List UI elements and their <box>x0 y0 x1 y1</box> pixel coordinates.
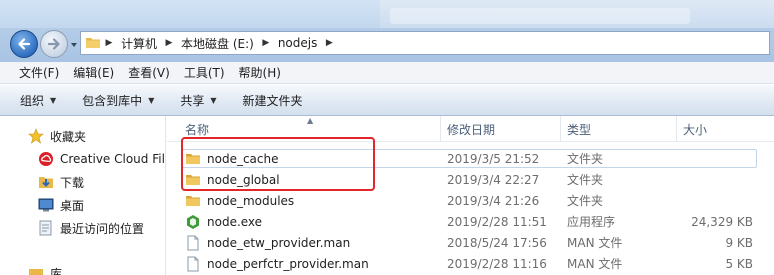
breadcrumb-separator[interactable]: ▶ <box>321 37 337 49</box>
file-modified: 2018/5/24 17:56 <box>447 235 547 250</box>
file-name-cell[interactable]: node_etw_provider.man <box>185 232 439 253</box>
file-name: node_cache <box>207 151 279 166</box>
nav-downloads[interactable]: 下载 <box>38 171 84 193</box>
share-button[interactable]: 共享 ▼ <box>180 92 216 109</box>
file-row[interactable]: node_etw_provider.man 2018/5/24 17:56 MAN … <box>167 232 774 253</box>
recent-places-icon <box>39 220 52 236</box>
file-name: node_modules <box>207 193 295 208</box>
nav-creative-cloud-files[interactable]: Creative Cloud File <box>38 148 165 170</box>
file-size: 5 KB <box>725 256 753 271</box>
breadcrumb-separator[interactable]: ▶ <box>101 37 117 49</box>
menu-help[interactable]: 帮助(H) <box>232 64 288 81</box>
forward-button[interactable] <box>40 30 68 58</box>
file-type: 文件夹 <box>567 194 604 208</box>
file-name: node_perfctr_provider.man <box>207 256 369 271</box>
file-row[interactable]: node_modules 2019/3/4 21:26 文件夹 <box>167 190 774 211</box>
organize-button[interactable]: 组织 ▼ <box>20 92 56 109</box>
file-name-cell[interactable]: node_perfctr_provider.man <box>185 253 439 274</box>
file-name-cell[interactable]: node.exe <box>185 211 439 232</box>
column-type[interactable]: 类型 <box>561 116 677 142</box>
column-header-row: ▲ 名称 修改日期 类型 大小 <box>167 116 774 142</box>
file-name-cell[interactable]: node_cache <box>185 148 439 169</box>
menu-edit[interactable]: 编辑(E) <box>66 64 121 81</box>
file-modified: 2019/3/5 21:52 <box>447 151 540 166</box>
column-name[interactable]: 名称 <box>179 116 441 142</box>
file-row[interactable]: node.exe 2019/2/28 11:51 应用程序 24,329 KB <box>167 211 774 232</box>
file-size <box>683 169 753 190</box>
file-row[interactable]: node_perfctr_provider.man 2019/2/28 11:16… <box>167 253 774 274</box>
file-type: MAN 文件 <box>567 236 623 250</box>
breadcrumb-separator[interactable]: ▶ <box>161 37 177 49</box>
breadcrumb-computer[interactable]: 计算机 <box>117 35 161 52</box>
menu-tools[interactable]: 工具(T) <box>177 64 232 81</box>
document-icon <box>187 235 199 250</box>
nav-libraries[interactable]: 库 <box>28 262 62 275</box>
file-row[interactable]: node_cache 2019/3/5 21:52 文件夹 <box>167 148 774 169</box>
dropdown-caret-icon: ▼ <box>210 95 217 105</box>
file-name-cell[interactable]: node_global <box>185 169 439 190</box>
folder-icon <box>186 174 200 185</box>
file-size: 24,329 KB <box>691 214 753 229</box>
breadcrumb-nodejs[interactable]: nodejs <box>274 36 322 50</box>
dropdown-caret-icon: ▼ <box>148 95 155 105</box>
file-modified: 2019/2/28 11:16 <box>447 256 547 271</box>
menu-bar: 文件(F) 编辑(E) 查看(V) 工具(T) 帮助(H) <box>0 62 774 84</box>
folder-icon <box>186 195 200 206</box>
file-type: 文件夹 <box>567 152 604 166</box>
recent-pages-dropdown-icon[interactable] <box>69 40 79 50</box>
file-type: 应用程序 <box>567 215 616 229</box>
file-type: MAN 文件 <box>567 257 623 271</box>
back-button[interactable] <box>10 30 38 58</box>
file-name-cell[interactable]: node_modules <box>185 190 439 211</box>
downloads-folder-icon <box>39 177 53 188</box>
file-name: node.exe <box>207 214 263 229</box>
file-modified: 2019/2/28 11:51 <box>447 214 547 229</box>
background-window <box>380 0 774 28</box>
nav-favorites[interactable]: 收藏夹 <box>28 125 86 147</box>
breadcrumb-separator[interactable]: ▶ <box>258 37 274 49</box>
menu-view[interactable]: 查看(V) <box>121 64 177 81</box>
new-folder-button[interactable]: 新建文件夹 <box>243 92 303 109</box>
address-bar[interactable]: ▶ 计算机 ▶ 本地磁盘 (E:) ▶ nodejs ▶ <box>80 31 770 55</box>
libraries-icon <box>29 269 43 275</box>
column-modified[interactable]: 修改日期 <box>441 116 561 142</box>
file-name: node_etw_provider.man <box>207 235 351 250</box>
command-bar: 组织 ▼ 包含到库中 ▼ 共享 ▼ 新建文件夹 <box>0 85 774 116</box>
nav-desktop[interactable]: 桌面 <box>38 194 84 216</box>
document-icon <box>187 256 199 271</box>
file-size: 9 KB <box>725 235 753 250</box>
node-exe-icon <box>187 214 199 229</box>
file-row[interactable]: node_global 2019/3/4 22:27 文件夹 <box>167 169 774 190</box>
back-arrow-icon <box>18 38 31 50</box>
navigation-pane: 收藏夹 Creative Cloud File 下载 桌面 最近访问的位置 库 <box>0 116 166 275</box>
folder-icon <box>86 38 100 48</box>
menu-file[interactable]: 文件(F) <box>12 64 66 81</box>
star-icon <box>28 128 44 144</box>
nav-recent-places[interactable]: 最近访问的位置 <box>38 217 144 239</box>
file-list: ▲ 名称 修改日期 类型 大小 node_cache 2019/3/5 21:52… <box>167 116 774 275</box>
file-name: node_global <box>207 172 280 187</box>
forward-arrow-icon <box>47 38 60 50</box>
desktop-icon <box>38 198 54 212</box>
creative-cloud-icon <box>39 152 53 166</box>
file-modified: 2019/3/4 21:26 <box>447 193 540 208</box>
include-in-library-button[interactable]: 包含到库中 ▼ <box>82 92 154 109</box>
column-size[interactable]: 大小 <box>677 116 774 142</box>
folder-icon <box>186 153 200 164</box>
file-size <box>683 148 753 169</box>
file-size <box>683 190 753 211</box>
dropdown-caret-icon: ▼ <box>50 95 57 105</box>
file-type: 文件夹 <box>567 173 604 187</box>
breadcrumb-drive-e[interactable]: 本地磁盘 (E:) <box>177 35 258 52</box>
file-modified: 2019/3/4 22:27 <box>447 172 540 187</box>
